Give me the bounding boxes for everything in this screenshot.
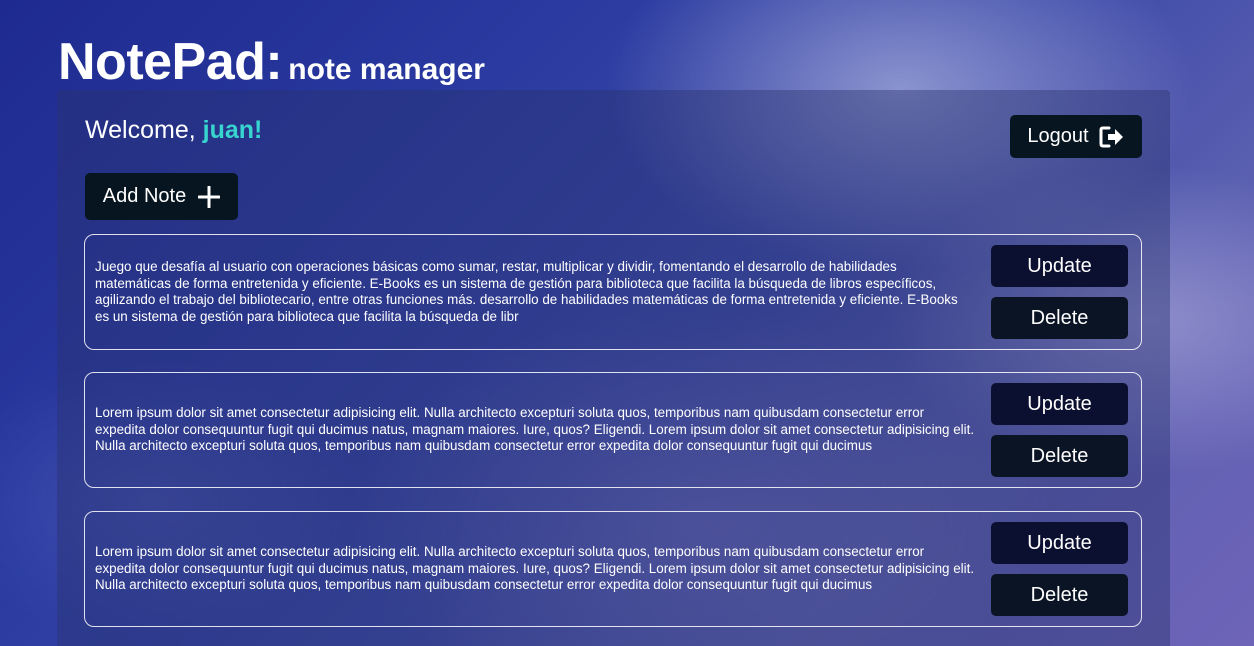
note-card: Lorem ipsum dolor sit amet consectetur a…: [84, 511, 1142, 627]
note-card: Lorem ipsum dolor sit amet consectetur a…: [84, 372, 1142, 488]
note-text: Lorem ipsum dolor sit amet consectetur a…: [95, 405, 975, 454]
delete-button[interactable]: Delete: [991, 435, 1128, 477]
welcome-greeting: Welcome,: [85, 116, 196, 144]
app-brand: NotePad: note manager: [58, 32, 485, 92]
add-note-button[interactable]: Add Note: [85, 173, 238, 220]
app-subtitle: note manager: [288, 53, 485, 86]
welcome-message: Welcome, juan!: [85, 116, 262, 145]
logout-label: Logout: [1027, 125, 1089, 147]
delete-button[interactable]: Delete: [991, 297, 1128, 339]
logout-icon: [1099, 126, 1123, 147]
delete-button[interactable]: Delete: [991, 574, 1128, 616]
app-title: NotePad:: [58, 33, 283, 91]
note-text: Juego que desafía al usuario con operaci…: [95, 259, 958, 324]
update-button[interactable]: Update: [991, 383, 1128, 425]
note-card: Juego que desafía al usuario con operaci…: [84, 234, 1142, 350]
logout-button[interactable]: Logout: [1010, 115, 1142, 158]
welcome-username: juan!: [202, 116, 263, 144]
note-text: Lorem ipsum dolor sit amet consectetur a…: [95, 544, 975, 593]
add-note-label: Add Note: [102, 185, 187, 207]
plus-icon: [198, 185, 221, 208]
update-button[interactable]: Update: [991, 245, 1128, 287]
update-button[interactable]: Update: [991, 522, 1128, 564]
main-panel: Welcome, juan! Logout Add Note Juego que…: [57, 90, 1170, 646]
